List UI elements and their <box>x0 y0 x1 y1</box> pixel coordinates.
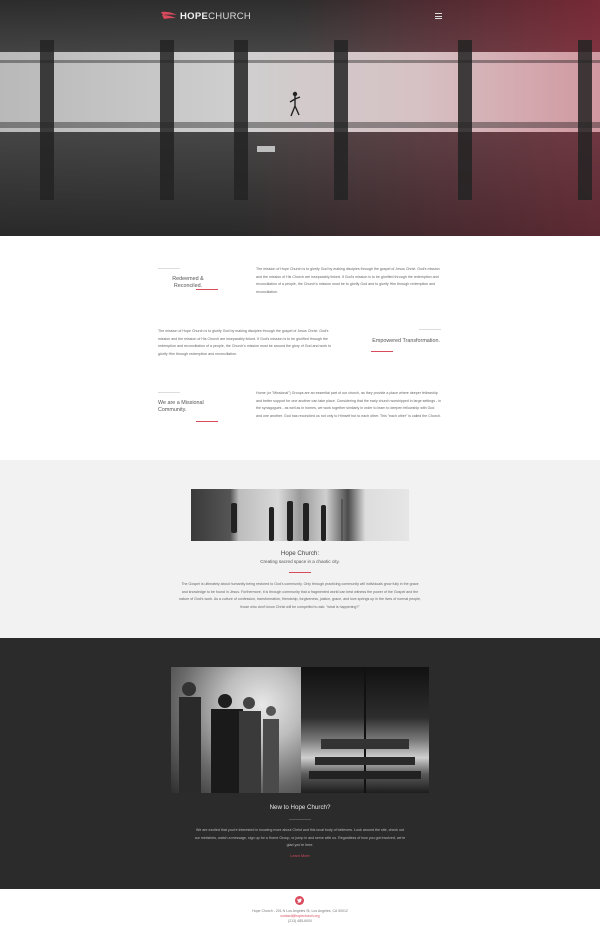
mission-body-community: Home (or "Missional") Groups are an esse… <box>256 391 441 418</box>
hero-pillar <box>234 40 248 200</box>
footer-phone: (213) 485-6000 <box>288 919 312 923</box>
mission-heading-community: We are a Missional Community. <box>158 400 204 413</box>
divider <box>158 268 180 269</box>
footer-email[interactable]: contact@hopechurch.org <box>0 914 600 918</box>
accent-line <box>289 572 311 573</box>
prayer-photo <box>171 667 301 793</box>
hope-wing-logo-icon <box>161 11 177 19</box>
top-nav: HOPECHURCH <box>0 0 600 32</box>
site-logo-text: HOPECHURCH <box>180 10 252 22</box>
hope-title: Hope Church: <box>280 550 320 557</box>
hero-pillar <box>160 40 174 200</box>
twitter-icon[interactable] <box>295 896 304 905</box>
footer-address: Hope Church - 201 N Los Angeles St, Los … <box>252 909 348 913</box>
divider <box>158 392 180 393</box>
hero-pillar <box>458 40 472 200</box>
hope-body: The Gospel is ultimately about humanity … <box>179 582 421 609</box>
hero-station-sign <box>257 146 275 152</box>
hero-pillar <box>40 40 54 200</box>
new-visitor-title: New to Hope Church? <box>269 804 331 811</box>
new-visitor-body: We are excited that you're interested in… <box>194 828 406 848</box>
hope-subtitle: Creating sacred space in a chaotic city. <box>260 559 340 564</box>
accent-line <box>371 351 393 352</box>
worship-hall-photo <box>301 667 429 793</box>
learn-more-link[interactable]: Learn More <box>0 854 600 858</box>
mission-heading-transformation: Empowered Transformation. <box>372 338 440 344</box>
divider <box>289 819 311 820</box>
mission-body-redeemed: The mission of Hope Church is to glorify… <box>256 267 440 294</box>
accent-line <box>196 421 218 422</box>
divider <box>419 329 441 330</box>
hero-pillar <box>334 40 348 200</box>
site-logo[interactable]: HOPECHURCH <box>161 10 251 22</box>
accent-line <box>196 289 218 290</box>
mission-heading-redeemed: Redeemed & Reconciled. <box>172 276 204 289</box>
hero-pillar <box>578 40 592 200</box>
community-photo <box>191 489 409 541</box>
mission-body-transformation: The mission of Hope Church is to glorify… <box>158 329 332 356</box>
hamburger-menu-icon[interactable] <box>435 13 442 19</box>
hero-dancer-figure <box>289 91 301 117</box>
hero-banner <box>0 0 600 236</box>
